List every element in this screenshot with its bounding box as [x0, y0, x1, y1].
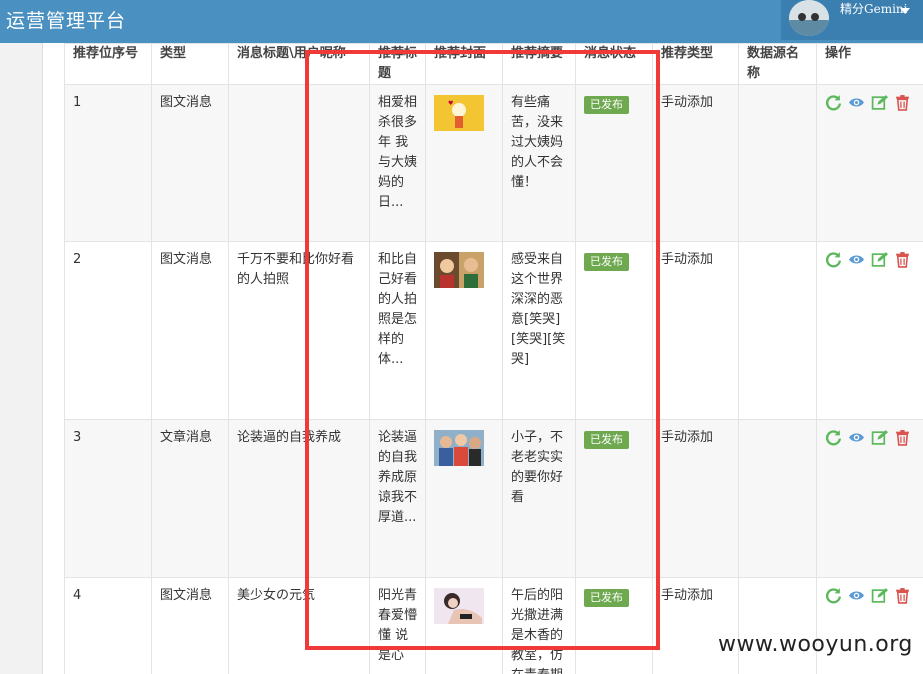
table-row: 4 图文消息 美少女の元気 阳光青春爱懵懂 说是心 午后的阳光撒进满是木香的教室… [64, 577, 923, 674]
cell-cover [425, 419, 503, 578]
refresh-icon[interactable] [825, 587, 842, 604]
table-header-row: 推荐位序号 类型 消息标题\用户昵称 推荐标题 推荐封面 推荐摘要 消息状态 推… [64, 43, 923, 85]
cell-summary: 有些痛苦，没来过大姨妈的人不会懂！ [502, 84, 576, 242]
cell-actions [816, 577, 923, 674]
edit-icon[interactable] [871, 251, 888, 268]
trash-icon[interactable] [894, 94, 911, 111]
col-header-type[interactable]: 类型 [151, 43, 229, 85]
cell-status: 已发布 [575, 84, 653, 242]
cell-cover [425, 241, 503, 420]
cell-actions [816, 84, 923, 242]
top-bar: 运营管理平台 精分Gemini [0, 0, 923, 43]
cell-rec-title: 相爱相杀很多年 我与大姨妈的日... [369, 84, 426, 242]
cell-rec-type: 手动添加 [652, 241, 739, 420]
cell-source [738, 577, 817, 674]
cell-type: 文章消息 [151, 419, 229, 578]
cell-rec-title: 阳光青春爱懵懂 说是心 [369, 577, 426, 674]
cell-source [738, 241, 817, 420]
recommend-table-container: 推荐位序号 类型 消息标题\用户昵称 推荐标题 推荐封面 推荐摘要 消息状态 推… [64, 43, 923, 674]
user-menu[interactable]: 精分Gemini [781, 0, 923, 40]
refresh-icon[interactable] [825, 429, 842, 446]
recommend-table: 推荐位序号 类型 消息标题\用户昵称 推荐标题 推荐封面 推荐摘要 消息状态 推… [64, 43, 923, 674]
trash-icon[interactable] [894, 587, 911, 604]
cell-type: 图文消息 [151, 84, 229, 242]
svg-text:♥: ♥ [448, 100, 453, 107]
status-badge: 已发布 [584, 589, 629, 607]
cell-index: 3 [64, 419, 152, 578]
eye-icon[interactable] [848, 94, 865, 111]
cell-title: 论装逼的自我养成 [228, 419, 370, 578]
cell-index: 1 [64, 84, 152, 242]
col-header-summary[interactable]: 推荐摘要 [502, 43, 576, 85]
cover-image [434, 588, 484, 624]
cell-summary: 午后的阳光撒进满是木香的教室，仿在青春期 [502, 577, 576, 674]
eye-icon[interactable] [848, 429, 865, 446]
col-header-index[interactable]: 推荐位序号 [64, 43, 152, 85]
col-header-cover[interactable]: 推荐封面 [425, 43, 503, 85]
cell-type: 图文消息 [151, 241, 229, 420]
cell-title [228, 84, 370, 242]
col-header-status[interactable]: 消息状态 [575, 43, 653, 85]
watermark: www.wooyun.org [718, 632, 913, 657]
trash-icon[interactable] [894, 429, 911, 446]
cell-actions [816, 419, 923, 578]
app-title: 运营管理平台 [6, 10, 127, 32]
cover-image [434, 430, 484, 466]
avatar[interactable] [789, 0, 829, 36]
cell-status: 已发布 [575, 419, 653, 578]
trash-icon[interactable] [894, 251, 911, 268]
status-badge: 已发布 [584, 431, 629, 449]
cell-title: 美少女の元気 [228, 577, 370, 674]
cell-summary: 小子，不老老实实的要你好看 [502, 419, 576, 578]
cell-index: 2 [64, 241, 152, 420]
edit-icon[interactable] [871, 587, 888, 604]
col-header-actions: 操作 [816, 43, 923, 85]
edit-icon[interactable] [871, 429, 888, 446]
status-badge: 已发布 [584, 253, 629, 271]
refresh-icon[interactable] [825, 94, 842, 111]
cell-type: 图文消息 [151, 577, 229, 674]
eye-icon[interactable] [848, 587, 865, 604]
cell-actions [816, 241, 923, 420]
eye-icon[interactable] [848, 251, 865, 268]
cell-cover [425, 577, 503, 674]
cell-rec-title: 论装逼的自我养成原谅我不厚道... [369, 419, 426, 578]
cell-status: 已发布 [575, 241, 653, 420]
cell-source [738, 84, 817, 242]
chevron-down-icon[interactable] [900, 8, 910, 14]
table-row: 2 图文消息 千万不要和比你好看的人拍照 和比自己好看的人拍照是怎样的体... … [64, 241, 923, 420]
cell-source [738, 419, 817, 578]
cell-rec-type: 手动添加 [652, 84, 739, 242]
table-row: 1 图文消息 相爱相杀很多年 我与大姨妈的日... ♥ 有些痛苦，没来过大姨妈的… [64, 84, 923, 242]
cover-image [434, 252, 484, 288]
col-header-source[interactable]: 数据源名称 [738, 43, 817, 85]
cell-rec-title: 和比自己好看的人拍照是怎样的体... [369, 241, 426, 420]
cell-cover: ♥ [425, 84, 503, 242]
col-header-rec-title[interactable]: 推荐标题 [369, 43, 426, 85]
edit-icon[interactable] [871, 94, 888, 111]
cell-rec-type: 手动添加 [652, 419, 739, 578]
cell-index: 4 [64, 577, 152, 674]
cell-summary: 感受来自这个世界深深的恶意[笑哭][笑哭][笑哭] [502, 241, 576, 420]
cell-title: 千万不要和比你好看的人拍照 [228, 241, 370, 420]
refresh-icon[interactable] [825, 251, 842, 268]
cover-image: ♥ [434, 95, 484, 131]
table-row: 3 文章消息 论装逼的自我养成 论装逼的自我养成原谅我不厚道... 小子，不老老… [64, 419, 923, 578]
cell-status: 已发布 [575, 577, 653, 674]
col-header-rec-type[interactable]: 推荐类型 [652, 43, 739, 85]
user-name[interactable]: 精分Gemini [840, 0, 907, 17]
status-badge: 已发布 [584, 96, 629, 114]
col-header-title[interactable]: 消息标题\用户昵称 [228, 43, 370, 85]
sidebar [0, 43, 43, 674]
cell-rec-type: 手动添加 [652, 577, 739, 674]
